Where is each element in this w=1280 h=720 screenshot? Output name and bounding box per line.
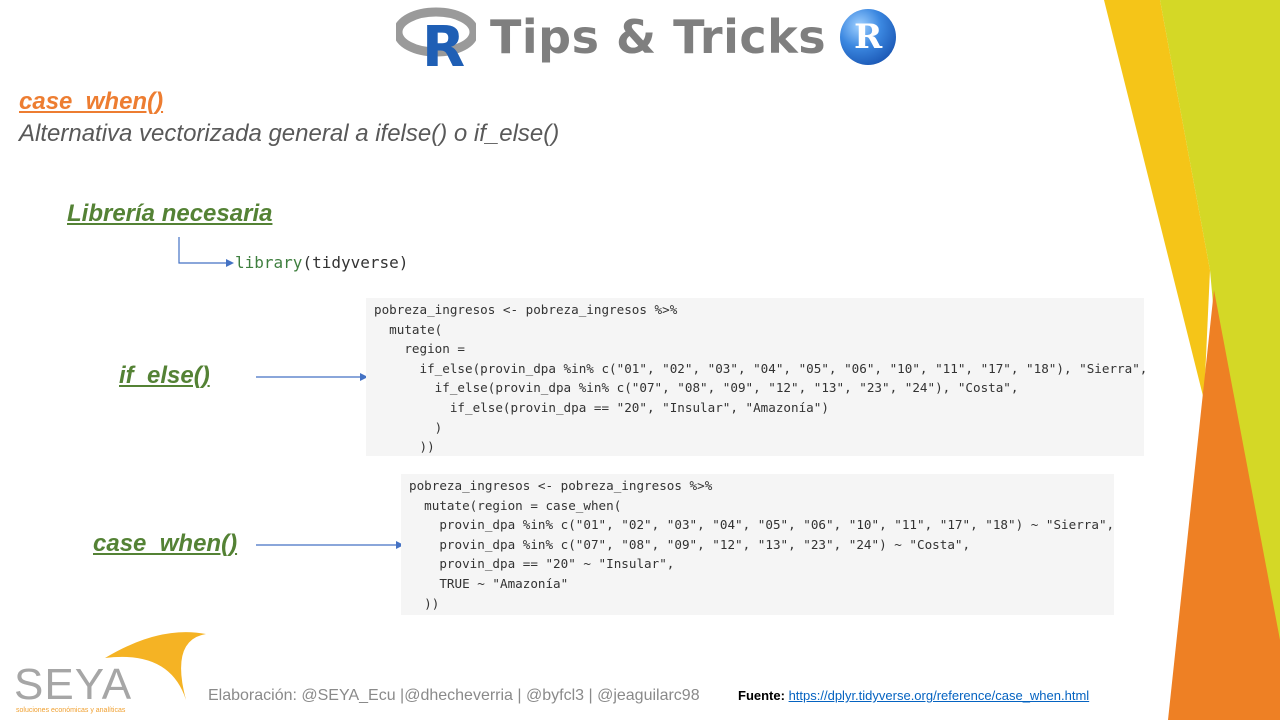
if-else-code-block: pobreza_ingresos <- pobreza_ingresos %>%…	[366, 298, 1148, 456]
main-title: case_when()	[19, 88, 164, 115]
r-ball-icon: R	[840, 9, 897, 65]
code-line: provin_dpa %in% c("01", "02", "03", "04"…	[409, 517, 1115, 533]
source-link[interactable]: https://dplyr.tidyverse.org/reference/ca…	[789, 688, 1090, 703]
code-line: )	[374, 419, 443, 435]
if-else-label: if_else()	[119, 362, 210, 389]
code-line: region =	[374, 341, 465, 357]
logo-subtext: soluciones económicas y analíticas	[16, 707, 126, 714]
seya-logo: SEYA soluciones económicas y analíticas	[10, 630, 210, 715]
code-line: pobreza_ingresos <- pobreza_ingresos %>%	[409, 478, 713, 493]
code-line: if_else(provin_dpa %in% c("01", "02", "0…	[374, 360, 1148, 376]
source: Fuente: https://dplyr.tidyverse.org/refe…	[738, 688, 1089, 703]
r-logo-icon: R	[393, 6, 479, 80]
code-line: mutate(region = case_when(	[409, 497, 622, 513]
code-line: TRUE ~ "Amazonía"	[409, 575, 569, 591]
header-title: Tips & Tricks	[490, 10, 827, 64]
code-line: pobreza_ingresos <- pobreza_ingresos %>%	[374, 302, 678, 317]
code-line: if_else(provin_dpa == "20", "Insular", "…	[374, 399, 829, 415]
credits: Elaboración: @SEYA_Ecu |@dhecheverria | …	[208, 687, 700, 704]
case-when-label: case_when()	[93, 530, 238, 557]
case-when-code-block: pobreza_ingresos <- pobreza_ingresos %>%…	[401, 474, 1114, 615]
library-code: library(tidyverse)	[235, 253, 409, 272]
code-line: mutate(	[374, 321, 443, 337]
source-label: Fuente:	[738, 688, 785, 703]
header: R Tips & Tricks R	[393, 4, 897, 80]
subtitle: Alternativa vectorizada general a ifelse…	[19, 120, 560, 147]
logo-text: SEYA	[14, 660, 133, 709]
svg-text:R: R	[422, 15, 465, 68]
code-line: provin_dpa == "20" ~ "Insular",	[409, 556, 675, 572]
code-line: if_else(provin_dpa %in% c("07", "08", "0…	[374, 380, 1019, 396]
library-arrow	[178, 237, 226, 264]
library-section-label: Librería necesaria	[67, 200, 273, 227]
code-line: provin_dpa %in% c("07", "08", "09", "12"…	[409, 536, 971, 552]
code-line: ))	[409, 595, 440, 611]
code-line: ))	[374, 439, 435, 455]
